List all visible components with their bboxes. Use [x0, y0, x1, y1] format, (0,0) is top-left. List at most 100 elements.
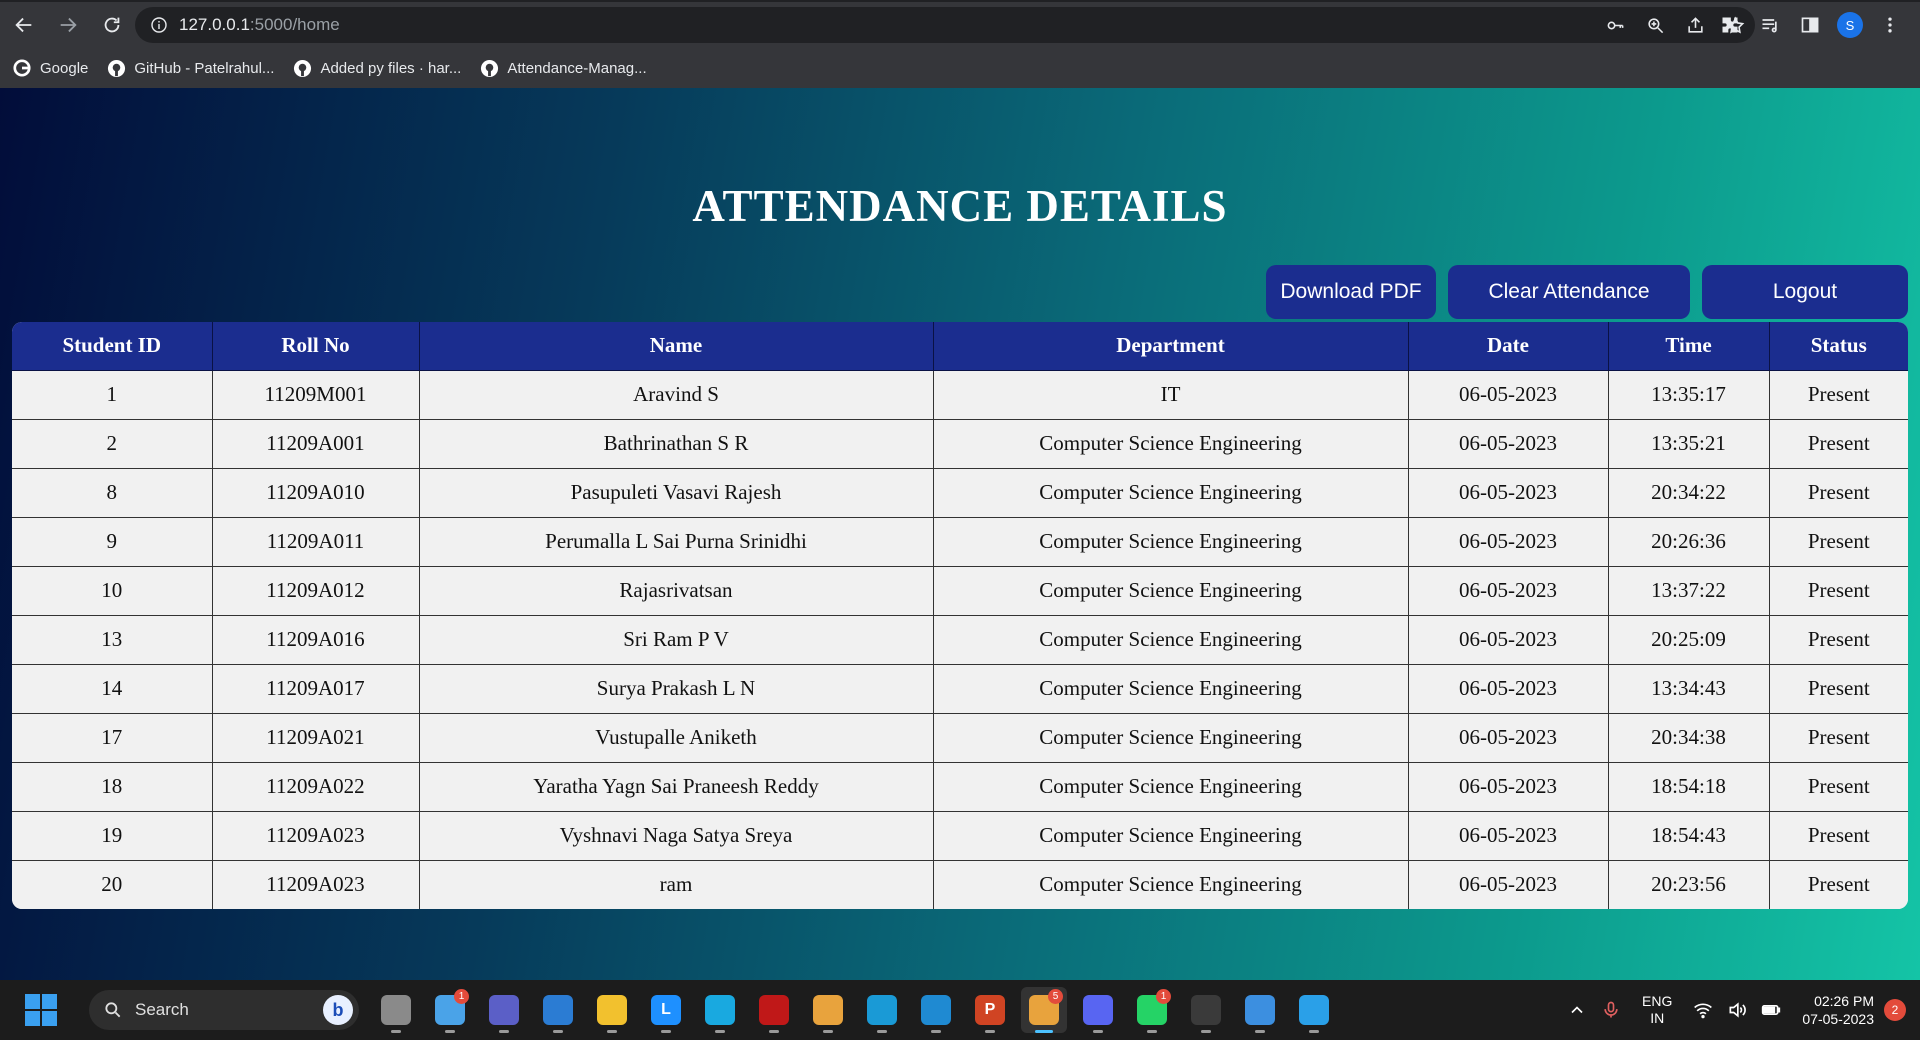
terminal-app-button[interactable] — [1183, 987, 1229, 1033]
mcafee-app-button[interactable] — [751, 987, 797, 1033]
weather-app-button[interactable]: 1 — [427, 987, 473, 1033]
bookmark-label: Added py files · har... — [320, 59, 462, 77]
table-cell: 11209M001 — [212, 370, 420, 420]
column-header: Student ID — [12, 322, 213, 371]
snipping-app-button[interactable] — [1291, 987, 1337, 1033]
table-cell: 9 — [12, 517, 213, 567]
file-explorer-app-button[interactable] — [373, 987, 419, 1033]
teams-app-button[interactable] — [481, 987, 527, 1033]
side-panel-button[interactable] — [1790, 7, 1830, 43]
windows-start-button[interactable] — [25, 994, 57, 1026]
windows-logo-tile — [25, 1011, 40, 1026]
table-row: 19 11209A023 Vyshnavi Naga Satya Sreya Comp… — [12, 811, 1908, 861]
table-cell: 11209A017 — [212, 664, 420, 714]
logout-button[interactable]: Logout — [1702, 265, 1908, 319]
table-cell: IT — [933, 370, 1409, 420]
table-cell: 18:54:18 — [1608, 762, 1770, 812]
table-cell: Perumalla L Sai Purna Srinidhi — [419, 517, 934, 567]
bookmark-github-patelrahul[interactable]: GitHub - Patelrahul... — [106, 58, 274, 78]
share-button[interactable] — [1675, 7, 1715, 43]
photos-icon — [1245, 995, 1275, 1025]
wifi-button[interactable] — [1686, 993, 1720, 1027]
table-cell: Yaratha Yagn Sai Praneesh Reddy — [419, 762, 934, 812]
menu-button[interactable] — [1870, 7, 1910, 43]
table-cell: Bathrinathan S R — [419, 419, 934, 469]
system-tray: ENG IN 02:26 PM 07-05-2023 2 — [1560, 980, 1920, 1040]
forward-button[interactable] — [48, 5, 88, 45]
avatar: S — [1837, 12, 1863, 38]
notification-badge[interactable]: 2 — [1884, 999, 1906, 1021]
table-cell: 18:54:43 — [1608, 811, 1770, 861]
table-cell: 20:34:38 — [1608, 713, 1770, 763]
table-row: 8 11209A010 Pasupuleti Vasavi Rajesh Comput… — [12, 468, 1908, 518]
reading-list-button[interactable] — [1750, 7, 1790, 43]
google-icon — [12, 58, 32, 78]
table-cell: 8 — [12, 468, 213, 518]
taskbar-search[interactable]: Search b — [89, 990, 359, 1030]
language-indicator[interactable]: ENG IN — [1642, 993, 1672, 1027]
powerpoint-icon: P — [975, 995, 1005, 1025]
column-header: Status — [1769, 322, 1908, 371]
bookmark-attendance-manag[interactable]: Attendance-Manag... — [479, 58, 647, 78]
clock[interactable]: 02:26 PM 07-05-2023 — [1802, 992, 1874, 1028]
chrome-app-button[interactable] — [805, 987, 851, 1033]
table-cell: 11209A012 — [212, 566, 420, 616]
clear-attendance-button[interactable]: Clear Attendance — [1448, 265, 1690, 319]
profile-button[interactable]: S — [1830, 7, 1870, 43]
download-pdf-button[interactable]: Download PDF — [1266, 265, 1436, 319]
table-cell: Sri Ram P V — [419, 615, 934, 665]
table-row: 9 11209A011 Perumalla L Sai Purna Srinidhi… — [12, 517, 1908, 567]
action-buttons: Download PDF Clear Attendance Logout — [1254, 265, 1908, 319]
microphone-button[interactable] — [1594, 993, 1628, 1027]
vscode-app-button[interactable] — [913, 987, 959, 1033]
table-cell: 20 — [12, 860, 213, 909]
info-icon[interactable] — [151, 17, 167, 33]
file-explorer-icon — [381, 995, 411, 1025]
table-cell: 13 — [12, 615, 213, 665]
table-cell: 20:26:36 — [1608, 517, 1770, 567]
table-cell: 11209A021 — [212, 713, 420, 763]
table-row: 18 11209A022 Yaratha Yagn Sai Praneesh Red… — [12, 762, 1908, 812]
whatsapp-app-button[interactable]: 1 — [1129, 987, 1175, 1033]
running-indicator — [553, 1030, 563, 1033]
bookmark-added-py-files[interactable]: Added py files · har... — [292, 58, 461, 78]
extensions-button[interactable] — [1710, 7, 1750, 43]
photos-app-button[interactable] — [1237, 987, 1283, 1033]
table-cell: 20:25:09 — [1608, 615, 1770, 665]
key-icon — [1607, 21, 1623, 29]
address-bar[interactable]: 127.0.0.1:5000/home — [135, 7, 1755, 43]
table-cell: Present — [1769, 419, 1908, 469]
battery-button[interactable] — [1754, 993, 1788, 1027]
region-code: IN — [1650, 1010, 1665, 1026]
lark-app-button[interactable]: L — [643, 987, 689, 1033]
attendance-table-container: Student ID Roll No Name Department Date Time S… — [12, 322, 1908, 909]
table-cell: 11209A010 — [212, 468, 420, 518]
chrome-active-app-button[interactable]: 5 — [1021, 987, 1067, 1033]
table-cell: Surya Prakash L N — [419, 664, 934, 714]
table-cell: 17 — [12, 713, 213, 763]
discord-app-button[interactable] — [1075, 987, 1121, 1033]
taskbar: Search b 1 L P 5 1 ENG IN 02:26 PM 07-05-202… — [0, 980, 1920, 1040]
reload-button[interactable] — [92, 5, 132, 45]
bookmark-google[interactable]: Google — [12, 58, 88, 78]
edge-app-button[interactable] — [859, 987, 905, 1033]
bing-icon[interactable]: b — [323, 995, 353, 1025]
browser-chrome: 127.0.0.1:5000/home S Google GitHub - P… — [0, 0, 1920, 88]
cortana-app-button[interactable] — [697, 987, 743, 1033]
powerpoint-app-button[interactable]: P — [967, 987, 1013, 1033]
mail-app-button[interactable] — [535, 987, 581, 1033]
table-cell: Present — [1769, 762, 1908, 812]
password-key-button[interactable] — [1595, 7, 1635, 43]
windows-logo-tile — [25, 994, 40, 1009]
zoom-button[interactable] — [1635, 7, 1675, 43]
table-row: 1 11209M001 Aravind S IT 06-05-2023 13:35:17 P… — [12, 370, 1908, 420]
folder-app-button[interactable] — [589, 987, 635, 1033]
volume-button[interactable] — [1720, 993, 1754, 1027]
table-cell: 06-05-2023 — [1408, 713, 1609, 763]
column-header: Time — [1608, 322, 1770, 371]
table-cell: 10 — [12, 566, 213, 616]
back-button[interactable] — [4, 5, 44, 45]
show-hidden-icons-button[interactable] — [1560, 993, 1594, 1027]
running-indicator — [1093, 1030, 1103, 1033]
table-cell: 06-05-2023 — [1408, 615, 1609, 665]
